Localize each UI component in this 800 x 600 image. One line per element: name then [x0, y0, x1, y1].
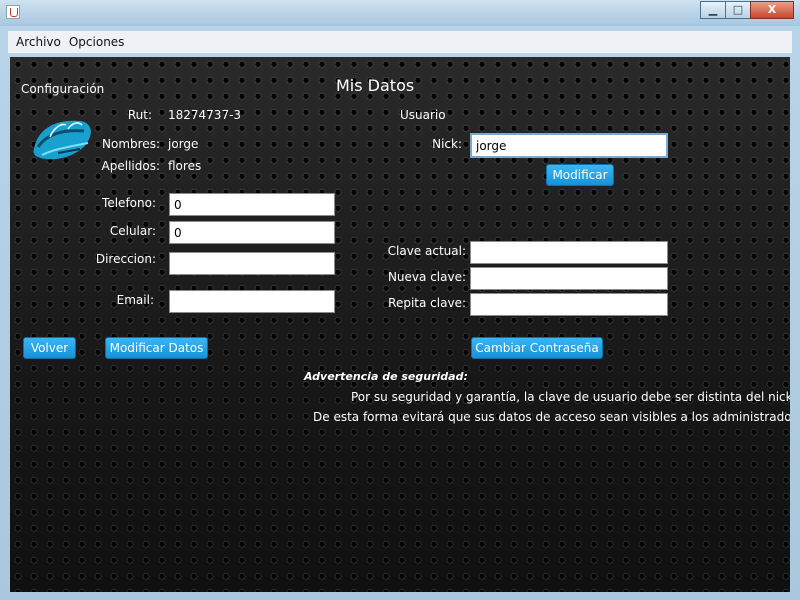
menu-archivo[interactable]: Archivo	[13, 35, 64, 49]
nick-label: Nick:	[432, 137, 462, 151]
rut-label: Rut:	[127, 108, 152, 122]
title-bar[interactable]: ▁ □ X	[0, 0, 800, 26]
modificar-button[interactable]: Modificar	[546, 164, 614, 186]
menu-opciones[interactable]: Opciones	[66, 35, 128, 49]
warning-heading: Advertencia de seguridad:	[304, 370, 468, 383]
apellidos-label: Apellidos:	[101, 159, 160, 173]
window-controls: ▁ □ X	[700, 1, 794, 19]
nueva-clave-field[interactable]	[470, 267, 668, 290]
modificar-datos-button[interactable]: Modificar Datos	[105, 337, 208, 359]
close-icon[interactable]: X	[750, 1, 794, 19]
repita-clave-label: Repita clave:	[388, 296, 466, 310]
apellidos-value: flores	[168, 159, 202, 173]
nombres-label: Nombres:	[102, 137, 160, 151]
nombres-value: jorge	[168, 137, 199, 151]
repita-clave-field[interactable]	[470, 293, 668, 316]
direccion-field[interactable]	[169, 252, 335, 275]
clave-actual-label: Clave actual:	[387, 244, 466, 258]
maximize-icon[interactable]: □	[725, 1, 751, 19]
email-field[interactable]	[169, 290, 335, 313]
clave-actual-field[interactable]	[470, 241, 668, 264]
warning-line-1: Por su seguridad y garantía, la clave de…	[351, 390, 790, 404]
rut-value: 18274737-3	[168, 108, 242, 122]
direccion-label: Direccion:	[95, 252, 156, 266]
minimize-icon[interactable]: ▁	[700, 1, 726, 19]
telefono-label: Telefono:	[102, 196, 156, 210]
logo-icon	[33, 120, 91, 160]
celular-field[interactable]	[169, 221, 335, 244]
java-icon	[6, 5, 20, 19]
app-window: ▁ □ X Archivo Opciones Configuración Mis…	[0, 0, 800, 600]
email-label: Email:	[116, 293, 154, 307]
warning-line-2: De esta forma evitará que sus datos de a…	[313, 410, 790, 424]
nueva-clave-label: Nueva clave:	[387, 270, 466, 284]
section-label: Configuración	[21, 82, 105, 96]
usuario-heading: Usuario	[400, 108, 446, 122]
nick-field[interactable]	[470, 133, 668, 158]
telefono-field[interactable]	[169, 193, 335, 216]
content-panel: Configuración Mis Datos Rut: 18274737-3 …	[10, 57, 790, 592]
cambiar-contrasena-button[interactable]: Cambiar Contraseña	[471, 337, 603, 359]
page-title: Mis Datos	[336, 76, 415, 95]
menu-bar: Archivo Opciones	[8, 31, 792, 54]
celular-label: Celular:	[109, 224, 156, 238]
volver-button[interactable]: Volver	[23, 337, 76, 359]
